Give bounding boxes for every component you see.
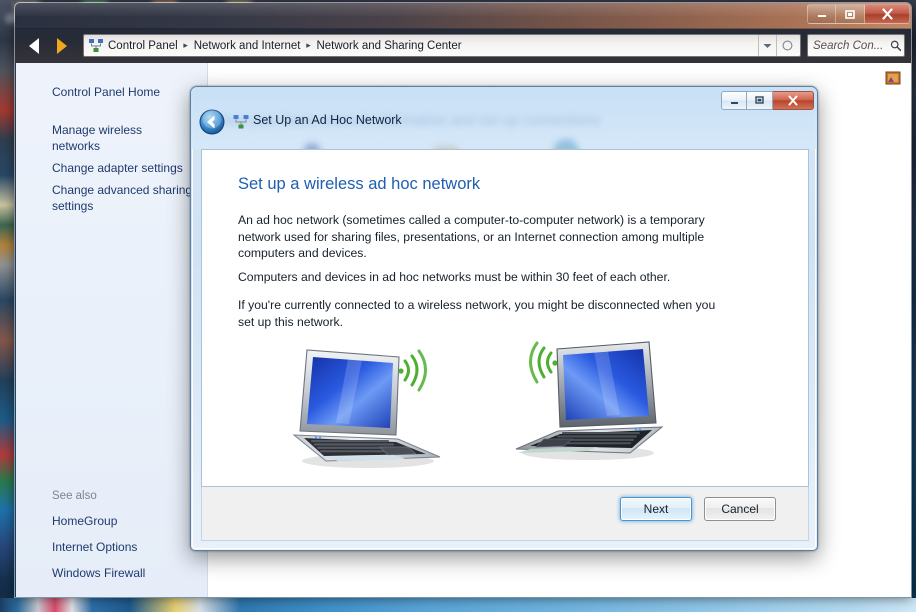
caption-backdrop-computer-icon [303,143,321,149]
nav-back-button[interactable] [23,34,47,58]
maximize-icon [755,96,764,104]
sidebar-item-windows-firewall[interactable]: Windows Firewall [16,560,208,586]
dialog-paragraph-3: If you're currently connected to a wirel… [238,298,716,329]
maximize-icon [845,9,855,19]
network-topology-icon [233,115,249,129]
refresh-icon [782,40,793,51]
close-button[interactable] [865,4,910,24]
minimize-button[interactable] [807,4,836,24]
breadcrumb-separator: ▸ [183,40,188,50]
breadcrumb-item-0[interactable]: Control Panel [106,40,180,52]
window-controls [807,4,910,24]
dialog-minimize-button[interactable] [721,91,747,110]
address-bar[interactable]: Control Panel ▸ Network and Internet ▸ N… [83,34,801,57]
breadcrumb-separator: ▸ [306,40,311,50]
sidebar-item-change-adapter-settings[interactable]: Change adapter settings [16,157,207,179]
see-also-title: See also [52,490,97,502]
wallpaper-color-band-bottom [0,598,916,612]
laptop-left [276,335,456,475]
search-icon[interactable] [890,39,901,52]
sidebar: Control Panel Home Manage wireless netwo… [16,63,208,597]
dialog-content-panel: Set up a wireless ad hoc network An ad h… [201,149,809,487]
ad-hoc-network-dialog: View your basic network information and … [190,86,818,551]
wallpaper-color-band-left [0,0,14,612]
cancel-button[interactable]: Cancel [704,497,776,521]
dialog-paragraph-1: An ad hoc network (sometimes called a co… [238,213,705,260]
address-dropdown-button[interactable] [758,35,776,56]
network-sharing-icon [89,38,103,52]
search-input[interactable] [813,39,890,52]
explorer-toolbar: Control Panel ▸ Network and Internet ▸ N… [15,29,911,63]
chevron-down-icon [763,43,772,48]
sidebar-item-homegroup[interactable]: HomeGroup [16,508,208,534]
picture-icon[interactable] [884,69,902,87]
window-titlebar [15,3,911,29]
dialog-back-button[interactable] [199,109,225,135]
dialog-paragraph-2: Computers and devices in ad hoc networks… [238,270,671,284]
breadcrumb-item-2[interactable]: Network and Sharing Center [314,40,463,52]
dialog-close-button[interactable] [773,91,814,110]
search-box[interactable] [807,34,905,57]
next-button[interactable]: Next [620,497,692,521]
sidebar-item-internet-options[interactable]: Internet Options [16,534,208,560]
nav-forward-button[interactable] [49,34,73,58]
minimize-icon [817,15,826,17]
sidebar-item-change-advanced-sharing-settings[interactable]: Change advanced sharing settings [16,179,207,217]
back-arrow-icon [29,38,39,54]
forward-arrow-icon [57,38,67,54]
close-icon [788,95,798,106]
dialog-heading: Set up a wireless ad hoc network [238,175,481,193]
refresh-button[interactable] [776,35,798,56]
dialog-maximize-button[interactable] [747,91,773,110]
caption-backdrop-globe-icon [553,139,579,149]
laptop-right [500,335,680,475]
minimize-icon [730,101,738,104]
dialog-button-bar: Next Cancel [201,487,809,541]
dialog-window-controls [721,91,814,110]
sidebar-item-control-panel-home[interactable]: Control Panel Home [16,81,207,103]
see-also-section: See also HomeGroup Internet Options Wind… [16,490,208,586]
breadcrumb-item-1[interactable]: Network and Internet [192,40,303,52]
maximize-button[interactable] [836,4,865,24]
dialog-title: Set Up an Ad Hoc Network [253,113,402,127]
close-icon [881,8,893,20]
laptop-illustration [262,335,742,475]
sidebar-item-manage-wireless-networks[interactable]: Manage wireless networks [16,119,207,157]
